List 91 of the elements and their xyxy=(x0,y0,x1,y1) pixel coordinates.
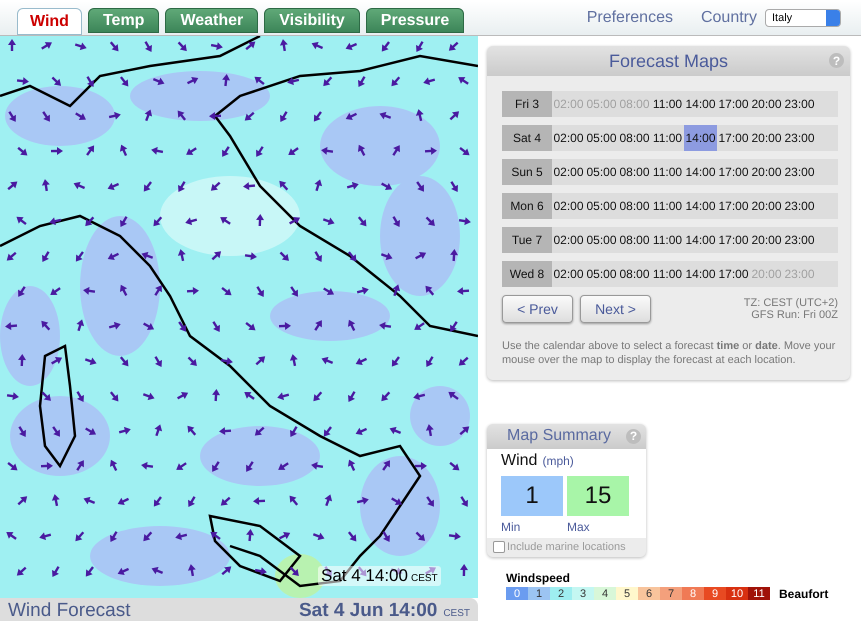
help-text: Use the calendar above to select a forecast time or date. Move your mouse over the map to display the forecast at each location. xyxy=(501,339,836,368)
day-label[interactable]: Wed 8 xyxy=(502,261,552,287)
legend-swatch: 4 xyxy=(594,587,616,600)
time-slot[interactable]: 02:00 xyxy=(552,125,585,151)
time-slot[interactable]: 14:00 xyxy=(684,159,717,185)
legend-swatch: 8 xyxy=(682,587,704,600)
time-slot[interactable]: 02:00 xyxy=(552,193,585,219)
max-label: Max xyxy=(567,520,591,534)
time-slot[interactable]: 17:00 xyxy=(717,227,750,253)
time-slot[interactable]: 17:00 xyxy=(717,261,750,287)
footer-date: Sat 4 Jun 14:00 xyxy=(298,600,438,621)
time-slot[interactable]: 14:00 xyxy=(684,193,717,219)
map-timezone-label: CEST xyxy=(410,573,438,584)
legend-swatch: 0 xyxy=(506,587,528,600)
legend-swatch: 1 xyxy=(528,587,550,600)
preferences-link[interactable]: Preferences xyxy=(586,9,673,27)
time-slot[interactable]: 23:00 xyxy=(783,193,816,219)
day-label[interactable]: Tue 7 xyxy=(502,227,552,253)
day-label[interactable]: Fri 3 xyxy=(502,91,552,117)
day-label[interactable]: Sun 5 xyxy=(502,159,552,185)
time-slot[interactable]: 08:00 xyxy=(618,261,651,287)
time-slot[interactable]: 02:00 xyxy=(552,261,585,287)
time-slot[interactable]: 23:00 xyxy=(783,91,816,117)
variable-label: Wind xyxy=(501,452,538,470)
unit-label: (mph) xyxy=(542,454,574,468)
day-label[interactable]: Sat 4 xyxy=(502,125,552,151)
tab[interactable]: Pressure xyxy=(366,8,464,33)
time-slot[interactable]: 23:00 xyxy=(783,125,816,151)
legend-swatch: 11 xyxy=(748,587,770,600)
prev-button[interactable]: < Prev xyxy=(502,295,573,323)
time-slot[interactable]: 20:00 xyxy=(750,227,783,253)
tab[interactable]: Weather xyxy=(165,8,258,33)
time-slot[interactable]: 08:00 xyxy=(618,125,651,151)
timezone-text: TZ: CEST (UTC+2) xyxy=(744,297,838,309)
time-slot[interactable]: 11:00 xyxy=(651,261,684,287)
time-slot[interactable]: 05:00 xyxy=(585,261,618,287)
time-slot[interactable]: 11:00 xyxy=(651,193,684,219)
time-slot[interactable]: 11:00 xyxy=(651,91,684,117)
time-slot[interactable]: 05:00 xyxy=(585,125,618,151)
marine-checkbox[interactable] xyxy=(493,540,505,553)
time-slot[interactable]: 20:00 xyxy=(750,125,783,151)
time-slot[interactable]: 02:00 xyxy=(552,227,585,253)
time-slot[interactable]: 20:00 xyxy=(750,91,783,117)
country-select[interactable]: Italy xyxy=(765,9,841,27)
time-slot[interactable]: 17:00 xyxy=(717,125,750,151)
time-slot[interactable]: 02:00 xyxy=(552,159,585,185)
time-slot[interactable]: 20:00 xyxy=(750,159,783,185)
time-slot[interactable]: 05:00 xyxy=(585,193,618,219)
tab[interactable]: Wind xyxy=(17,8,82,35)
legend-swatch: 6 xyxy=(638,587,660,600)
time-slot[interactable]: 17:00 xyxy=(717,159,750,185)
time-slot[interactable]: 14:00 xyxy=(684,91,717,117)
min-value: 1 xyxy=(501,476,563,516)
legend-swatch: 7 xyxy=(660,587,682,600)
legend-title: Windspeed xyxy=(506,570,571,585)
footer-title: Wind Forecast xyxy=(8,600,130,621)
legend-swatch: 3 xyxy=(572,587,594,600)
country-label: Country xyxy=(700,9,757,27)
max-value: 15 xyxy=(567,476,629,516)
time-slot[interactable]: 14:00 xyxy=(684,227,717,253)
time-slot[interactable]: 08:00 xyxy=(618,159,651,185)
legend-swatch: 2 xyxy=(550,587,572,600)
scale-label: Beaufort xyxy=(779,586,828,601)
min-label: Min xyxy=(501,520,522,534)
time-slot[interactable]: 08:00 xyxy=(618,227,651,253)
time-slot[interactable]: 23:00 xyxy=(783,159,816,185)
footer-timezone: CEST xyxy=(443,608,470,619)
legend-swatch: 9 xyxy=(704,587,726,600)
time-slot[interactable]: 05:00 xyxy=(585,159,618,185)
time-slot[interactable]: 20:00 xyxy=(750,193,783,219)
map-time-label: Sat 4 14:00 xyxy=(321,566,408,586)
tab[interactable]: Visibility xyxy=(264,8,360,33)
time-slot[interactable]: 05:00 xyxy=(585,227,618,253)
legend-swatch: 10 xyxy=(726,587,748,600)
time-slot[interactable]: 11:00 xyxy=(651,125,684,151)
time-slot[interactable]: 11:00 xyxy=(651,159,684,185)
time-slot[interactable]: 11:00 xyxy=(651,227,684,253)
day-label[interactable]: Mon 6 xyxy=(502,193,552,219)
time-slot[interactable]: 08:00 xyxy=(618,193,651,219)
time-slot[interactable]: 14:00 xyxy=(684,261,717,287)
time-slot[interactable]: 14:00 xyxy=(684,125,717,151)
time-slot[interactable]: 17:00 xyxy=(717,91,750,117)
panel-title: Map Summary xyxy=(507,427,612,446)
time-slot[interactable]: 17:00 xyxy=(717,193,750,219)
panel-title: Forecast Maps xyxy=(608,50,728,72)
next-button[interactable]: Next > xyxy=(580,295,651,323)
gfs-run-text: GFS Run: Fri 00Z xyxy=(750,309,838,321)
tab[interactable]: Temp xyxy=(88,8,160,33)
legend-swatch: 5 xyxy=(616,587,638,600)
marine-label: Include marine locations xyxy=(507,540,626,553)
time-slot[interactable]: 23:00 xyxy=(783,227,816,253)
